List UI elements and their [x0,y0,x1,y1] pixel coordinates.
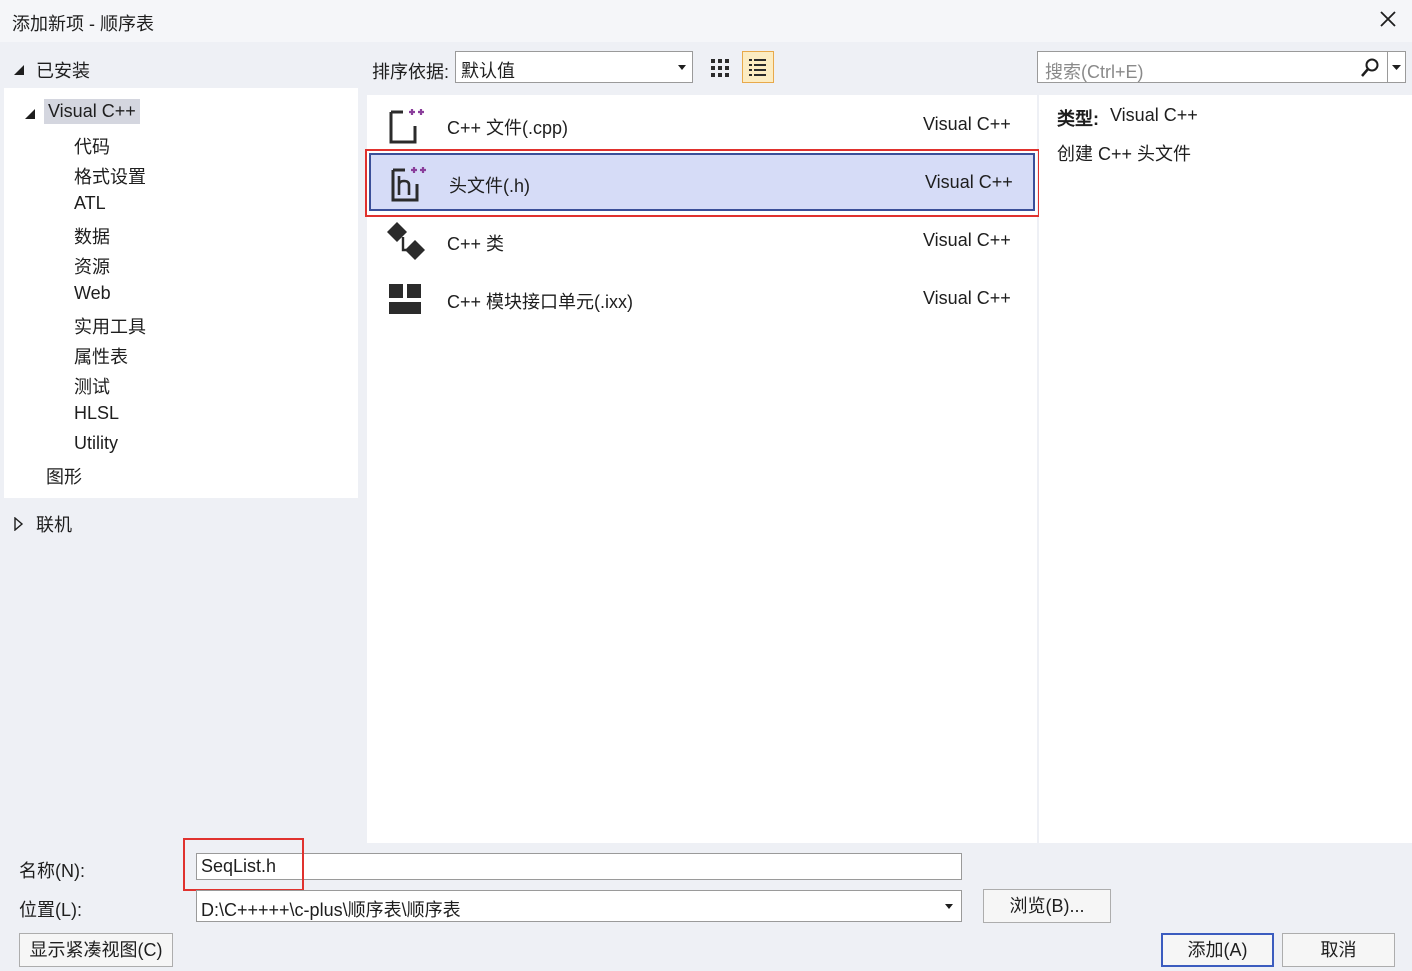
details-panel: 类型: Visual C++ 创建 C++ 头文件 [1039,95,1412,843]
tree-item-code[interactable]: 代码 [74,133,110,159]
title-bar [0,0,1412,42]
window-title: 添加新项 - 顺序表 [12,14,154,34]
template-name: C++ 文件(.cpp) [447,118,569,138]
template-name: C++ 模块接口单元(.ixx) [447,292,634,312]
chevron-down-icon [678,65,686,70]
cpp-file-icon [389,109,424,144]
template-description: 创建 C++ 头文件 [1057,144,1192,164]
browse-button[interactable]: 浏览(B)... [983,889,1111,923]
grid-view-icon[interactable] [706,52,734,82]
highlight-box [183,838,304,891]
template-name: C++ 类 [447,234,505,254]
template-language: Visual C++ [923,230,1011,250]
module-icon [389,284,421,314]
search-input[interactable]: 搜索(Ctrl+E) [1037,51,1388,83]
tree-item-web[interactable]: Web [74,283,111,304]
template-language: Visual C++ [923,288,1011,308]
tree-item-test[interactable]: 测试 [74,373,110,399]
search-icon[interactable] [1359,57,1381,79]
search-placeholder: 搜索(Ctrl+E) [1045,62,1144,82]
category-tree: Visual C++ 代码 格式设置 ATL 数据 资源 Web 实用工具 属性… [4,88,358,498]
location-label: 位置(L): [19,900,82,920]
class-icon [387,222,425,260]
collapsed-triangle-icon [14,517,24,531]
compact-view-button[interactable]: 显示紧凑视图(C) [19,933,173,967]
tree-item-utilities[interactable]: 实用工具 [74,313,146,339]
online-label: 联机 [36,515,72,535]
tree-item-atl[interactable]: ATL [74,193,106,214]
list-view-icon[interactable] [742,51,774,83]
sort-select[interactable]: 默认值 [455,51,693,83]
add-button[interactable]: 添加(A) [1161,933,1274,967]
location-value: D:\C+++++\c-plus\顺序表\顺序表 [201,900,461,920]
search-options-dropdown[interactable] [1388,51,1406,83]
template-row-cpp[interactable]: C++ 文件(.cpp) Visual C++ [367,95,1037,153]
online-section-header[interactable]: 联机 [12,511,72,537]
chevron-down-icon[interactable] [945,904,953,909]
tree-item-resource[interactable]: 资源 [74,253,110,279]
cancel-button[interactable]: 取消 [1282,933,1395,967]
sort-label: 排序依据: [372,62,450,82]
template-language: Visual C++ [923,114,1011,134]
tree-item-graphics[interactable]: 图形 [46,463,82,489]
tree-item-utility[interactable]: Utility [74,433,118,454]
chevron-down-icon [1392,65,1401,70]
tree-item-data[interactable]: 数据 [74,223,110,249]
installed-label: 已安装 [36,61,90,81]
name-field[interactable]: SeqList.h [196,853,962,880]
template-row-module[interactable]: C++ 模块接口单元(.ixx) Visual C++ [367,269,1037,327]
type-label: 类型: [1057,109,1099,129]
template-row-class[interactable]: C++ 类 Visual C++ [367,211,1037,269]
close-icon[interactable] [1376,8,1400,32]
expanded-triangle-icon [14,65,24,75]
tree-item-hlsl[interactable]: HLSL [74,403,119,424]
installed-section-header[interactable]: 已安装 [12,57,90,83]
expanded-triangle-icon[interactable] [24,108,36,120]
tree-item-visual-cpp[interactable]: Visual C++ [44,99,140,124]
location-field[interactable]: D:\C+++++\c-plus\顺序表\顺序表 [196,890,962,922]
highlight-box [365,149,1040,217]
sort-select-value: 默认值 [461,61,515,81]
tree-item-property-sheets[interactable]: 属性表 [74,343,128,369]
type-value: Visual C++ [1110,105,1198,125]
tree-item-formatting[interactable]: 格式设置 [74,163,146,189]
name-label: 名称(N): [19,861,85,881]
